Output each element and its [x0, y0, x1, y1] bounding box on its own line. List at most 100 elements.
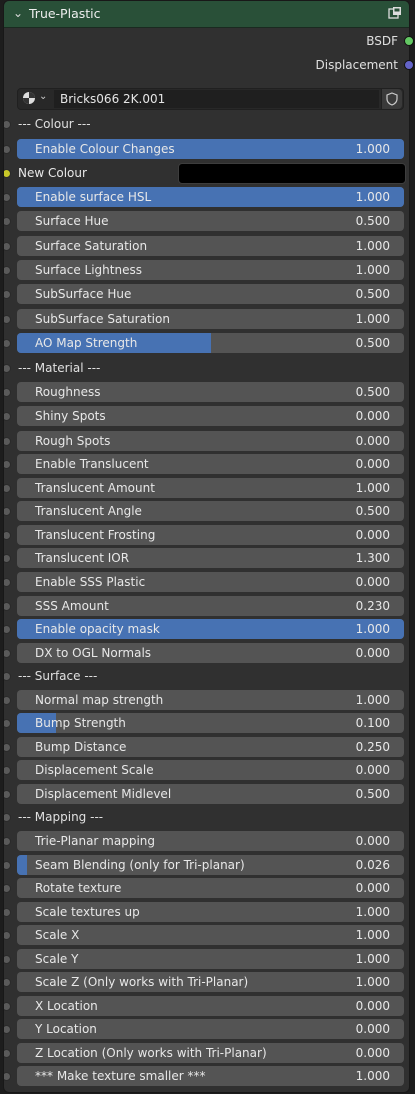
- node-header[interactable]: ⌄ True-Plastic: [4, 1, 409, 28]
- slider-colour-7-socket[interactable]: [4, 339, 11, 348]
- slider-mapping-4[interactable]: Scale X 1.000: [17, 925, 404, 945]
- node-panel[interactable]: ⌄ True-Plastic BSDF Displacement ⌄ Brick…: [3, 0, 410, 1093]
- slider-surface-1[interactable]: Bump Strength 0.100: [17, 713, 404, 733]
- slider-material-6[interactable]: Translucent Frosting 0.000: [17, 525, 404, 545]
- chevron-down-icon[interactable]: ⌄: [39, 91, 47, 102]
- slider-surface-3-socket[interactable]: [4, 766, 11, 775]
- slider-mapping-6-socket[interactable]: [4, 978, 11, 987]
- slider-colour-4[interactable]: Surface Lightness 1.000: [17, 260, 404, 280]
- slider-mapping-3-socket[interactable]: [4, 908, 11, 917]
- slider-material-2[interactable]: Rough Spots 0.000: [17, 431, 404, 451]
- new-colour-row[interactable]: New Colour: [18, 163, 406, 184]
- slider-mapping-5[interactable]: Scale Y 1.000: [17, 949, 404, 969]
- slider-surface-0-socket[interactable]: [4, 696, 11, 705]
- slider-colour-5[interactable]: SubSurface Hue 0.500: [17, 284, 404, 304]
- slider-material-3[interactable]: Enable Translucent 0.000: [17, 454, 404, 474]
- slider-material-11-socket[interactable]: [4, 649, 11, 658]
- slider-material-6-socket[interactable]: [4, 531, 11, 540]
- slider-mapping-3[interactable]: Scale textures up 1.000: [17, 902, 404, 922]
- slider-mapping-1[interactable]: Seam Blending (only for Tri-planar) 0.026: [17, 855, 404, 875]
- slider-colour-6-socket[interactable]: [4, 315, 11, 324]
- slider-colour-2[interactable]: Surface Hue 0.500: [17, 211, 404, 231]
- fake-user-shield-icon[interactable]: [381, 89, 402, 109]
- slider-material-9[interactable]: SSS Amount 0.230: [17, 596, 404, 616]
- slider-enable-colour-changes-socket[interactable]: [4, 145, 11, 154]
- slider-colour-1-socket[interactable]: [4, 193, 11, 202]
- slider-mapping-10[interactable]: *** Make texture smaller *** 1.000: [17, 1066, 404, 1086]
- slider-material-5[interactable]: Translucent Angle 0.500: [17, 501, 404, 521]
- slider-mapping-10-socket[interactable]: [4, 1072, 11, 1081]
- slider-material-6-value: 0.000: [355, 528, 390, 542]
- slider-material-11-value: 0.000: [355, 646, 390, 660]
- slider-mapping-9-socket[interactable]: [4, 1049, 11, 1058]
- slider-colour-4-socket[interactable]: [4, 266, 11, 275]
- slider-mapping-4-socket[interactable]: [4, 931, 11, 940]
- new-colour-socket[interactable]: [4, 169, 11, 178]
- slider-colour-3-socket[interactable]: [4, 242, 11, 251]
- section-material: --- Material ---: [18, 361, 101, 375]
- slider-surface-4-socket[interactable]: [4, 790, 11, 799]
- slider-material-2-value: 0.000: [355, 434, 390, 448]
- material-name-field[interactable]: Bricks066 2K.001: [54, 90, 379, 108]
- slider-mapping-8[interactable]: Y Location 0.000: [17, 1019, 404, 1039]
- slider-colour-5-socket[interactable]: [4, 290, 11, 299]
- slider-material-8-socket[interactable]: [4, 578, 11, 587]
- slider-surface-3[interactable]: Displacement Scale 0.000: [17, 760, 404, 780]
- collapse-chevron-icon[interactable]: ⌄: [13, 6, 23, 20]
- slider-colour-2-socket[interactable]: [4, 217, 11, 226]
- slider-material-8[interactable]: Enable SSS Plastic 0.000: [17, 572, 404, 592]
- slider-surface-1-socket[interactable]: [4, 719, 11, 728]
- slider-mapping-0[interactable]: Trie-Planar mapping 0.000: [17, 831, 404, 851]
- slider-material-9-socket[interactable]: [4, 602, 11, 611]
- new-colour-swatch[interactable]: [178, 163, 406, 184]
- slider-colour-7[interactable]: AO Map Strength 0.500: [17, 333, 404, 353]
- slider-surface-2[interactable]: Bump Distance 0.250: [17, 737, 404, 757]
- slider-material-5-socket[interactable]: [4, 507, 11, 516]
- slider-enable-colour-changes[interactable]: Enable Colour Changes 1.000: [17, 139, 404, 159]
- output-socket-displacement[interactable]: [404, 60, 414, 70]
- slider-mapping-2-socket[interactable]: [4, 884, 11, 893]
- slider-material-4-socket[interactable]: [4, 484, 11, 493]
- section-surface-socket[interactable]: [4, 672, 11, 681]
- slider-mapping-6[interactable]: Scale Z (Only works with Tri-Planar) 1.00…: [17, 972, 404, 992]
- node-title: True-Plastic: [29, 6, 101, 21]
- slider-colour-2-label: Surface Hue: [35, 214, 109, 228]
- slider-material-0[interactable]: Roughness 0.500: [17, 382, 404, 402]
- section-colour-socket[interactable]: [4, 120, 11, 129]
- slider-material-10-socket[interactable]: [4, 625, 11, 634]
- node-group-icon[interactable]: [388, 6, 402, 20]
- slider-surface-0[interactable]: Normal map strength 1.000: [17, 690, 404, 710]
- output-socket-bsdf[interactable]: [404, 36, 414, 46]
- slider-mapping-0-socket[interactable]: [4, 837, 11, 846]
- slider-material-1-socket[interactable]: [4, 412, 11, 421]
- slider-material-7[interactable]: Translucent IOR 1.300: [17, 548, 404, 568]
- section-material-socket[interactable]: [4, 364, 11, 373]
- material-ball-icon[interactable]: [22, 91, 36, 105]
- slider-material-7-socket[interactable]: [4, 554, 11, 563]
- slider-colour-1[interactable]: Enable surface HSL 1.000: [17, 187, 404, 207]
- slider-colour-3[interactable]: Surface Saturation 1.000: [17, 236, 404, 256]
- section-mapping-socket[interactable]: [4, 813, 11, 822]
- slider-mapping-2[interactable]: Rotate texture 0.000: [17, 878, 404, 898]
- slider-material-9-value: 0.230: [355, 599, 390, 613]
- slider-mapping-5-socket[interactable]: [4, 955, 11, 964]
- slider-material-0-socket[interactable]: [4, 388, 11, 397]
- slider-material-11[interactable]: DX to OGL Normals 0.000: [17, 643, 404, 663]
- slider-material-1-value: 0.000: [355, 409, 390, 423]
- slider-surface-2-socket[interactable]: [4, 743, 11, 752]
- slider-material-3-socket[interactable]: [4, 460, 11, 469]
- slider-surface-4[interactable]: Displacement Midlevel 0.500: [17, 784, 404, 804]
- slider-material-1[interactable]: Shiny Spots 0.000: [17, 406, 404, 426]
- slider-mapping-8-socket[interactable]: [4, 1025, 11, 1034]
- slider-mapping-7[interactable]: X Location 0.000: [17, 996, 404, 1016]
- slider-mapping-9[interactable]: Z Location (Only works with Tri-Planar) 0…: [17, 1043, 404, 1063]
- slider-mapping-6-value: 1.000: [355, 975, 390, 989]
- material-selector[interactable]: ⌄ Bricks066 2K.001: [17, 88, 404, 110]
- slider-enable-colour-changes-label: Enable Colour Changes: [35, 142, 175, 156]
- slider-colour-6[interactable]: SubSurface Saturation 1.000: [17, 309, 404, 329]
- slider-material-2-socket[interactable]: [4, 437, 11, 446]
- slider-material-4[interactable]: Translucent Amount 1.000: [17, 478, 404, 498]
- slider-material-10[interactable]: Enable opacity mask 1.000: [17, 619, 404, 639]
- slider-mapping-7-socket[interactable]: [4, 1002, 11, 1011]
- slider-mapping-1-socket[interactable]: [4, 861, 11, 870]
